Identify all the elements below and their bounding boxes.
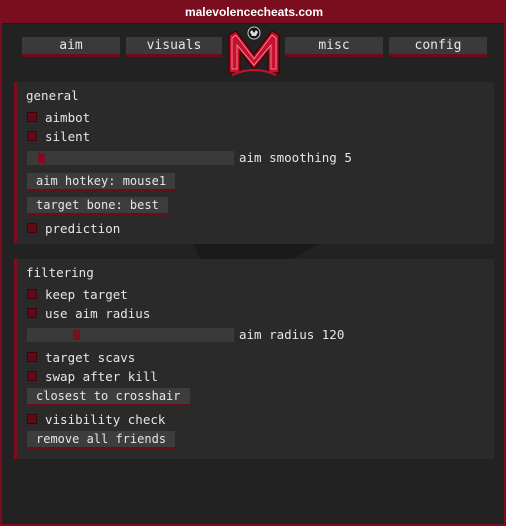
remove-all-friends-label: remove all friends <box>36 432 167 446</box>
use-aim-radius-row[interactable]: use aim radius <box>27 305 150 321</box>
target-bone-label: target bone: best <box>36 198 159 212</box>
visibility-check-row[interactable]: visibility check <box>27 411 165 427</box>
tab-aim[interactable]: aim <box>22 37 120 57</box>
silent-label: silent <box>45 128 91 144</box>
remove-all-friends-button[interactable]: remove all friends <box>27 431 176 449</box>
use-aim-radius-label: use aim radius <box>45 305 151 321</box>
aim-radius-label: aim radius 120 <box>239 327 345 342</box>
general-title: general <box>26 88 79 103</box>
tab-visuals-label: visuals <box>146 38 202 53</box>
aim-hotkey-button[interactable]: aim hotkey: mouse1 <box>27 173 176 191</box>
keep-target-label: keep target <box>45 286 128 302</box>
visibility-check-label: visibility check <box>45 411 166 427</box>
use-aim-radius-checkbox[interactable] <box>27 308 37 318</box>
swap-after-kill-label: swap after kill <box>45 368 158 384</box>
target-bone-button[interactable]: target bone: best <box>27 197 168 215</box>
swap-after-kill-checkbox[interactable] <box>27 371 37 381</box>
prediction-row[interactable]: prediction <box>27 220 120 236</box>
prediction-checkbox[interactable] <box>27 223 37 233</box>
window-title: malevolencecheats.com <box>184 4 324 19</box>
cheat-menu-window: malevolencecheats.com aim visuals misc c… <box>0 0 506 526</box>
malevolence-m-logo-icon <box>228 26 280 76</box>
swap-after-kill-row[interactable]: swap after kill <box>27 368 158 384</box>
aimbot-checkbox[interactable] <box>27 112 37 122</box>
keep-target-row[interactable]: keep target <box>27 286 128 302</box>
aim-smoothing-slider[interactable] <box>27 151 234 165</box>
tab-visuals[interactable]: visuals <box>126 37 222 57</box>
silent-row[interactable]: silent <box>27 128 90 144</box>
tab-config-label: config <box>414 38 462 53</box>
target-scavs-label: target scavs <box>45 349 136 365</box>
aim-smoothing-label: aim smoothing 5 <box>239 150 352 165</box>
closest-to-crosshair-button[interactable]: closest to crosshair <box>27 388 190 406</box>
prediction-label: prediction <box>45 220 121 236</box>
aim-radius-slider[interactable] <box>27 328 234 342</box>
aim-smoothing-slider-handle[interactable] <box>38 153 45 163</box>
aim-hotkey-label: aim hotkey: mouse1 <box>36 174 167 188</box>
tab-misc[interactable]: misc <box>285 37 383 57</box>
filtering-title: filtering <box>26 265 94 280</box>
aim-radius-slider-handle[interactable] <box>73 330 80 340</box>
silent-checkbox[interactable] <box>27 131 37 141</box>
tab-aim-label: aim <box>59 38 83 53</box>
tab-config[interactable]: config <box>389 37 487 57</box>
closest-to-crosshair-label: closest to crosshair <box>36 389 181 403</box>
visibility-check-checkbox[interactable] <box>27 414 37 424</box>
aimbot-row[interactable]: aimbot <box>27 109 90 125</box>
target-scavs-row[interactable]: target scavs <box>27 349 135 365</box>
target-scavs-checkbox[interactable] <box>27 352 37 362</box>
keep-target-checkbox[interactable] <box>27 289 37 299</box>
aimbot-label: aimbot <box>45 109 91 125</box>
tab-misc-label: misc <box>318 38 350 53</box>
general-panel: general aimbot silent aim smoothing 5 ai… <box>14 82 494 244</box>
filtering-panel: filtering keep target use aim radius aim… <box>14 259 494 459</box>
title-bar[interactable]: malevolencecheats.com <box>2 0 504 24</box>
